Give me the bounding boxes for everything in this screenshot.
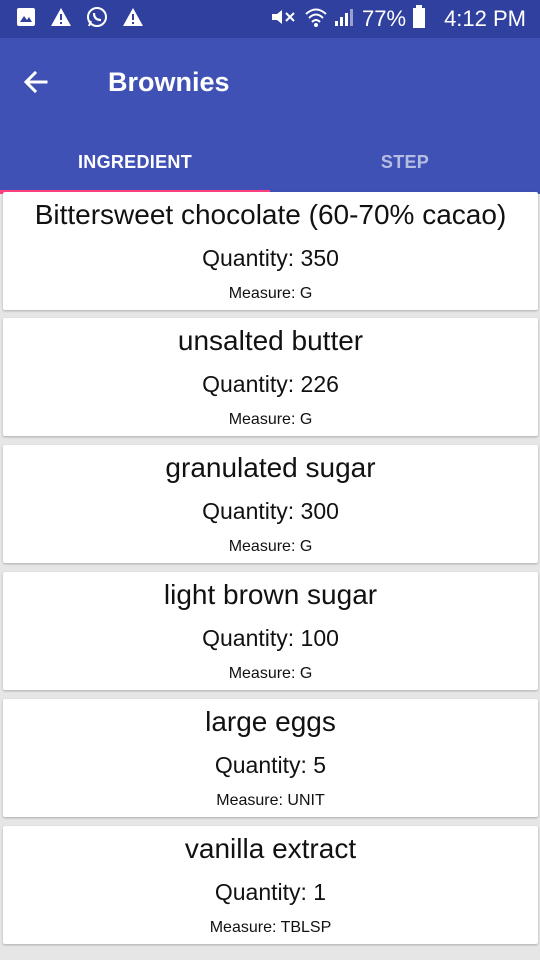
ingredient-quantity: Quantity: 100 (202, 625, 339, 651)
whatsapp-icon (86, 6, 108, 33)
app-bar: Brownies INGREDIENT STEP (0, 38, 540, 194)
ingredient-quantity: Quantity: 1 (214, 879, 327, 905)
ingredient-name: granulated sugar (165, 452, 376, 483)
battery-icon (412, 4, 426, 34)
ingredient-quantity: Quantity: 226 (202, 371, 339, 397)
ingredient-measure: Measure: G (228, 538, 313, 555)
signal-icon (334, 7, 356, 32)
battery-percent: 77% (362, 6, 407, 31)
back-button[interactable] (16, 62, 56, 102)
mute-icon (270, 7, 298, 32)
page-title: Brownies (108, 67, 230, 97)
ingredient-measure: Measure: TBLSP (209, 919, 332, 936)
ingredient-card[interactable]: vanilla extract Quantity: 1 Measure: TBL… (3, 826, 538, 944)
clock: 4:12 PM (444, 6, 526, 31)
ingredient-measure: Measure: G (228, 411, 313, 428)
ingredient-name: large eggs (205, 706, 336, 737)
ingredient-card[interactable]: unsalted butter Quantity: 226 Measure: G (3, 318, 538, 436)
ingredient-name: vanilla extract (184, 833, 357, 864)
tab-ingredient[interactable]: INGREDIENT (0, 134, 270, 190)
warning-icon (122, 7, 144, 32)
wifi-icon (304, 6, 328, 33)
arrow-back-icon (23, 70, 48, 94)
ingredient-measure: Measure: UNIT (216, 792, 325, 809)
ingredient-card[interactable]: granulated sugar Quantity: 300 Measure: … (3, 445, 538, 563)
ingredient-name: light brown sugar (163, 579, 378, 610)
warning-icon (50, 7, 72, 32)
ingredient-quantity: Quantity: 5 (214, 752, 327, 778)
ingredient-card[interactable]: Bittersweet chocolate (60-70% cacao) Qua… (3, 192, 538, 310)
ingredient-card[interactable]: large eggs Quantity: 5 Measure: UNIT (3, 699, 538, 817)
ingredient-name: Bittersweet chocolate (60-70% cacao) (34, 199, 507, 230)
system-icons: 77% 4:12 PM (270, 4, 526, 34)
ingredient-name: unsalted butter (177, 325, 364, 356)
image-icon (16, 7, 36, 32)
notification-icons (16, 6, 144, 33)
tab-bar: INGREDIENT STEP (0, 134, 540, 194)
status-bar: 77% 4:12 PM (0, 0, 540, 38)
ingredient-quantity: Quantity: 350 (202, 245, 339, 271)
ingredient-quantity: Quantity: 300 (202, 498, 339, 524)
ingredient-measure: Measure: G (228, 285, 313, 302)
ingredient-measure: Measure: G (228, 665, 313, 682)
tab-step[interactable]: STEP (270, 134, 540, 190)
ingredient-card[interactable]: light brown sugar Quantity: 100 Measure:… (3, 572, 538, 690)
